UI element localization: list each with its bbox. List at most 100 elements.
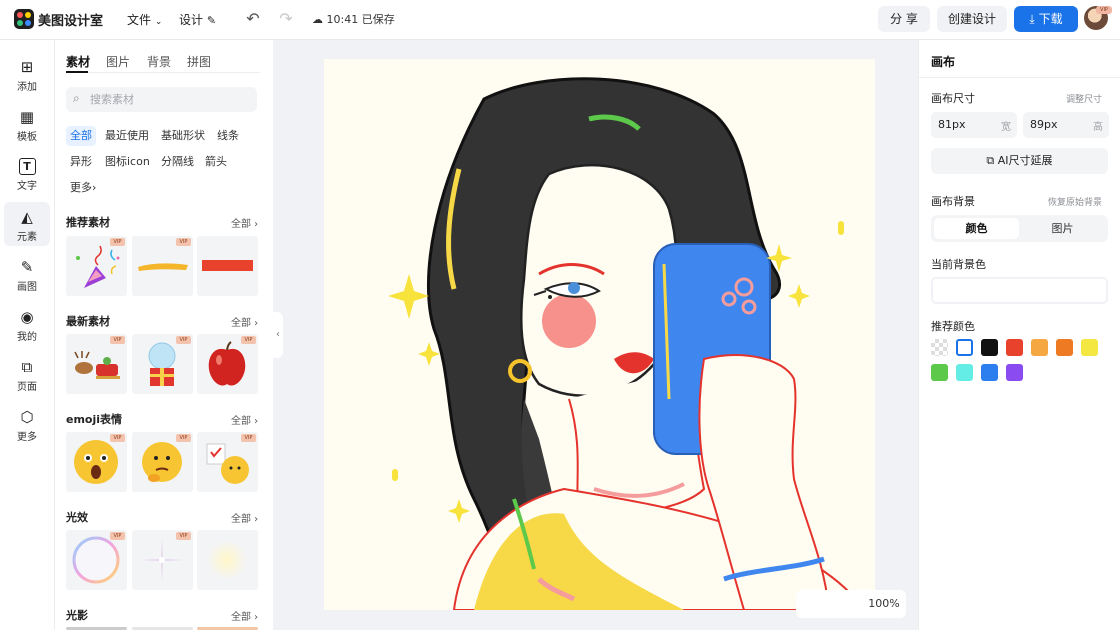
app-logo-icon[interactable] bbox=[14, 9, 34, 29]
height-field[interactable]: 89px 高 bbox=[1023, 112, 1109, 138]
asset-reindeer-sleigh[interactable]: VIP bbox=[66, 334, 127, 394]
width-field[interactable]: 81px 宽 bbox=[931, 112, 1017, 138]
download-icon: ⤓ bbox=[1029, 12, 1035, 26]
rail-elements-label: 元素 bbox=[17, 232, 37, 243]
asset-snow-globe-gift[interactable]: VIP bbox=[132, 334, 193, 394]
section-latest-all[interactable]: 全部 › bbox=[231, 314, 258, 329]
swatch-purple[interactable] bbox=[1006, 364, 1023, 381]
cube-icon: ⬡ bbox=[20, 408, 34, 426]
canvas-size-label: 画布尺寸 bbox=[931, 92, 975, 105]
see-all-label: 全部 bbox=[231, 416, 251, 427]
section-emoji-all[interactable]: 全部 › bbox=[231, 412, 258, 427]
search-input[interactable] bbox=[90, 91, 250, 108]
rail-add[interactable]: ⊞ 添加 bbox=[4, 52, 50, 96]
text-icon: T bbox=[18, 158, 36, 175]
asset-emoji-checklist[interactable]: VIP bbox=[197, 432, 258, 492]
design-canvas[interactable] bbox=[324, 59, 875, 610]
redo-icon[interactable]: ↷ bbox=[276, 9, 296, 29]
section-latest: 最新素材 bbox=[66, 315, 110, 328]
chip-irregular[interactable]: 异形 bbox=[66, 152, 96, 172]
seg-color[interactable]: 颜色 bbox=[934, 218, 1019, 239]
undo-icon[interactable]: ↶ bbox=[243, 9, 263, 29]
search-box[interactable]: ⌕ bbox=[66, 87, 257, 112]
asset-sparkle-cross[interactable]: VIP bbox=[132, 530, 193, 590]
glow-image bbox=[207, 540, 247, 580]
rail-template[interactable]: ▦ 模板 bbox=[4, 102, 50, 146]
panel-collapse-button[interactable]: ‹ bbox=[273, 312, 283, 358]
create-design-button[interactable]: 创建设计 bbox=[937, 6, 1007, 32]
chip-lines[interactable]: 线条 bbox=[213, 126, 243, 146]
ai-extend-button[interactable]: ⧉ AI尺寸延展 bbox=[931, 148, 1108, 174]
rail-page[interactable]: ⧉ 页面 bbox=[4, 352, 50, 396]
chevron-down-icon: ⌄ bbox=[154, 17, 163, 27]
swatch-green[interactable] bbox=[931, 364, 948, 381]
asset-yellow-stroke[interactable]: VIP bbox=[132, 236, 193, 296]
canvas-illustration[interactable] bbox=[324, 59, 875, 610]
download-button[interactable]: ⤓ 下载 bbox=[1014, 6, 1078, 32]
tab-backgrounds[interactable]: 背景 bbox=[147, 53, 171, 70]
rail-draw[interactable]: ✎ 画图 bbox=[4, 252, 50, 296]
swatch-cyan[interactable] bbox=[956, 364, 973, 381]
swatch-orange[interactable] bbox=[1056, 339, 1073, 356]
tab-collage[interactable]: 拼图 bbox=[187, 53, 211, 70]
user-icon: ◉ bbox=[20, 308, 34, 326]
swatch-yellow[interactable] bbox=[1081, 339, 1098, 356]
section-recommended-all[interactable]: 全部 › bbox=[231, 215, 258, 230]
page-icon: ⧉ bbox=[21, 358, 33, 376]
ai-resize-icon: ⧉ bbox=[986, 154, 995, 167]
vip-badge: VIP bbox=[241, 336, 256, 344]
save-status: ☁ 10:41 已保存 bbox=[312, 11, 395, 27]
vip-badge: VIP bbox=[110, 532, 125, 540]
edit-icon: ✎ bbox=[206, 14, 217, 27]
template-icon: ▦ bbox=[19, 108, 35, 126]
chip-dividers[interactable]: 分隔线 bbox=[157, 152, 198, 172]
chip-more-label: 更多 bbox=[70, 181, 92, 194]
chip-recent[interactable]: 最近使用 bbox=[101, 126, 153, 146]
section-light-effects-all[interactable]: 全部 › bbox=[231, 510, 258, 525]
asset-emoji-thinking[interactable]: VIP bbox=[132, 432, 193, 492]
asset-glow[interactable] bbox=[197, 530, 258, 590]
app-name[interactable]: 美图设计室 bbox=[38, 10, 103, 29]
section-recommended: 推荐素材 bbox=[66, 216, 110, 229]
bg-type-segmented: 颜色 图片 bbox=[931, 215, 1108, 242]
restore-bg-link[interactable]: 恢复原始背景 bbox=[1048, 195, 1102, 208]
swatch-black[interactable] bbox=[981, 339, 998, 356]
asset-red-apple[interactable]: VIP bbox=[197, 334, 258, 394]
height-value: 89px bbox=[1030, 118, 1058, 131]
asset-bubble[interactable]: VIP bbox=[66, 530, 127, 590]
chip-basic-shapes[interactable]: 基础形状 bbox=[157, 126, 209, 146]
canvas-properties-panel: 画布 画布尺寸 调整尺寸 81px 宽 89px 高 ⧉ AI尺寸延展 画布背景… bbox=[918, 40, 1120, 630]
canvas-bg-label: 画布背景 bbox=[931, 195, 975, 208]
vip-badge: VIP bbox=[110, 336, 125, 344]
see-all-label: 全部 bbox=[231, 514, 251, 525]
swatch-transparent[interactable] bbox=[931, 339, 948, 356]
swatch-white[interactable] bbox=[956, 339, 973, 356]
chip-icons[interactable]: 图标icon bbox=[101, 152, 154, 172]
chip-arrows[interactable]: 箭头 bbox=[201, 152, 231, 172]
swatch-light-orange[interactable] bbox=[1031, 339, 1048, 356]
rail-text[interactable]: T 文字 bbox=[4, 152, 50, 196]
adjust-size-link[interactable]: 调整尺寸 bbox=[1066, 92, 1102, 105]
asset-emoji-shocked[interactable]: VIP bbox=[66, 432, 127, 492]
file-menu[interactable]: 文件 ⌄ bbox=[127, 11, 162, 28]
swatch-blue[interactable] bbox=[981, 364, 998, 381]
rail-more[interactable]: ⬡ 更多 bbox=[4, 402, 50, 446]
zoom-value[interactable]: 100% bbox=[862, 590, 906, 618]
rail-mine[interactable]: ◉ 我的 bbox=[4, 302, 50, 346]
section-shadows-all[interactable]: 全部 › bbox=[231, 608, 258, 623]
asset-party-popper[interactable]: VIP bbox=[66, 236, 127, 296]
seg-image[interactable]: 图片 bbox=[1020, 218, 1105, 239]
swatch-red[interactable] bbox=[1006, 339, 1023, 356]
rail-elements[interactable]: ◭ 元素 bbox=[4, 202, 50, 246]
draw-icon: ✎ bbox=[20, 258, 34, 276]
panel-divider bbox=[919, 77, 1120, 78]
design-menu[interactable]: 设计 ✎ bbox=[179, 11, 216, 28]
current-bg-swatch[interactable] bbox=[931, 277, 1108, 304]
chip-all[interactable]: 全部 bbox=[66, 126, 96, 146]
tab-materials[interactable]: 素材 bbox=[66, 53, 90, 70]
share-button[interactable]: 分 享 bbox=[878, 6, 930, 32]
current-bg-label: 当前背景色 bbox=[931, 258, 986, 271]
tab-images[interactable]: 图片 bbox=[106, 53, 130, 70]
chip-more[interactable]: 更多› bbox=[66, 178, 100, 198]
asset-red-bar[interactable] bbox=[197, 236, 258, 296]
